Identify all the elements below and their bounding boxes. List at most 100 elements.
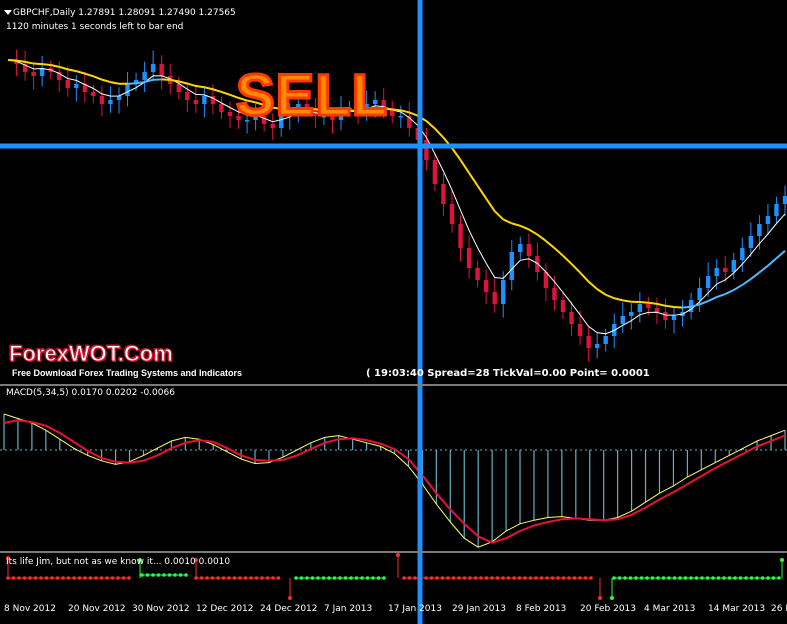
trend-dot [479,576,483,580]
trend-dot [755,576,759,580]
chart-menu-arrow-icon[interactable] [4,10,12,15]
slow-ma-segment [187,82,197,88]
trend-dot [99,576,104,580]
trend-dot [116,576,120,580]
trend-dot [254,576,259,580]
candle-body [483,280,489,292]
slow-ma-segment [476,185,487,200]
slow-ma-segment [502,218,513,225]
candle-body [509,252,514,280]
trend-dot [639,576,644,580]
pane-separator-indicator[interactable] [0,551,787,553]
trend-dot [199,576,204,580]
trend-dot [468,576,472,580]
trend-dot [517,576,522,580]
candle-body [637,304,643,312]
trend-dot [578,576,582,580]
trend-dot [83,576,87,580]
x-axis-label: 29 Jan 2013 [452,604,506,614]
trend-dot [11,576,16,580]
candle-body [518,244,523,252]
trend-dot [744,576,748,580]
slow-ma-segment [493,210,504,221]
slow-ma-segment [545,240,556,249]
macd-line [3,413,786,548]
trend-dot [22,576,27,580]
trend-dot [528,576,533,580]
slow-ma-segment [50,64,60,68]
trend-dot [612,576,616,580]
symbol-info: GBPCHF,Daily 1.27891 1.28091 1.27490 1.2… [13,8,236,18]
trend-dot [738,576,743,580]
trend-dot [567,576,571,580]
mt4-chart-window[interactable]: { "header": { "symbol_line": "GBPCHF,Dai… [0,0,787,624]
slow-ma-segment [570,263,581,274]
trend-dot [151,573,155,577]
trend-dot [539,576,544,580]
slow-ma-segment [707,296,718,302]
trend-dot [705,576,710,580]
trend-dot [777,576,781,580]
trend-dot [310,576,315,580]
x-axis-label: 17 Jan 2013 [388,604,442,614]
candle-body [577,324,583,336]
slow-ma-segment [587,280,598,290]
slow-ma-segment [519,224,530,231]
chart-canvas [0,0,787,624]
candle-body [646,304,651,308]
trend-dot [572,576,577,580]
trend-dot [589,576,593,580]
candle-body [765,216,771,224]
trend-dot [265,576,270,580]
candle-body [705,276,711,288]
trend-dot [227,576,231,580]
x-axis-label: 26 M [771,604,787,614]
trend-dot [305,576,309,580]
trend-dot [88,576,93,580]
trend-dot [490,576,494,580]
x-axis-label: 24 Dec 2012 [260,604,318,614]
candle-body [671,316,677,320]
slow-ma-segment [408,111,419,117]
sell-signal-label: SELL [234,62,389,130]
trend-dot [462,576,467,580]
trend-dot [162,573,166,577]
slow-ma-segment [724,289,735,295]
candle-body [466,248,472,268]
trend-dot [645,576,649,580]
trend-dot [17,576,21,580]
trend-dot [121,576,126,580]
trend-dot [167,573,172,577]
slow-ma-segment [451,147,462,161]
slow-ma-segment [682,305,692,309]
x-axis-label: 12 Dec 2012 [196,604,254,614]
candle-body [663,312,668,320]
trend-dot [28,576,32,580]
candle-body [227,112,233,116]
fast-ma-line [7,59,786,335]
candle-body [398,116,403,118]
candle-body [116,96,122,100]
status-readout: ( 19:03:40 Spread=28 TickVal=0.00 Point=… [366,368,650,379]
trend-dot [694,576,699,580]
candle-body [569,312,574,324]
slow-ma-segment [605,293,615,300]
pane-separator-macd[interactable] [0,384,787,386]
trend-dot [127,576,131,580]
slow-ma-segment [536,233,547,242]
slow-ma-segment [161,78,171,81]
candle-body [723,268,728,272]
trend-dot [523,576,527,580]
slow-ma-segment [144,78,154,83]
candle-body [31,72,36,76]
slow-ma-segment [775,250,786,260]
trend-dot [173,573,177,577]
trend-dot [534,576,538,580]
trend-dot [238,576,242,580]
slow-ma-segment [622,299,632,303]
candle-body [176,84,181,92]
trend-dot [321,576,326,580]
slow-ma-segment [58,65,69,71]
candle-body [458,224,463,248]
candle-body [475,268,480,280]
